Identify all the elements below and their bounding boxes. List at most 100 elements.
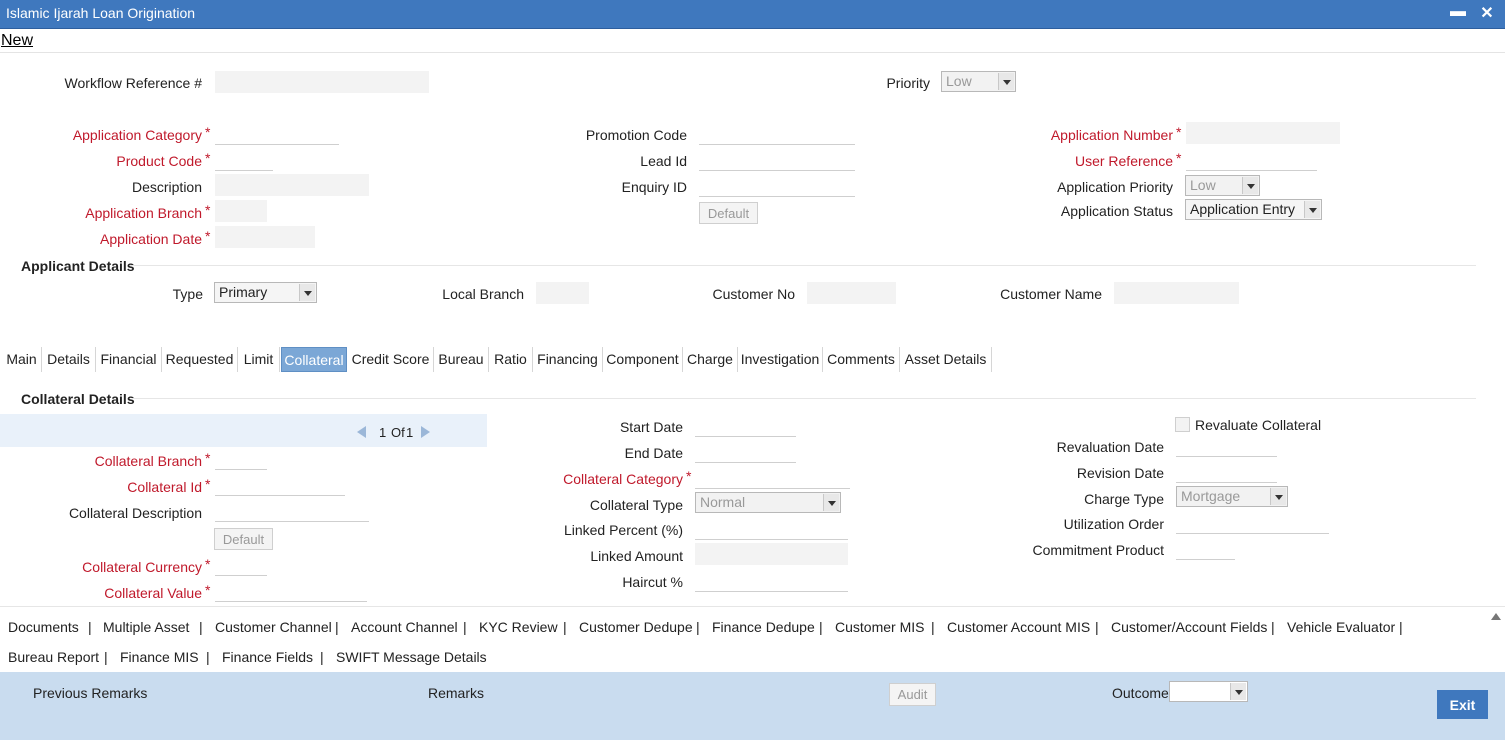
audit-button[interactable]: Audit bbox=[889, 683, 936, 706]
lead-id-label: Lead Id bbox=[640, 153, 687, 169]
collateral-value-field[interactable] bbox=[215, 580, 367, 602]
exit-button[interactable]: Exit bbox=[1437, 690, 1488, 719]
new-menu-item[interactable]: New bbox=[1, 32, 33, 50]
collateral-branch-field[interactable] bbox=[215, 448, 267, 470]
close-icon[interactable]: ✕ bbox=[1478, 3, 1496, 23]
link-account-channel[interactable]: Account Channel bbox=[351, 619, 458, 635]
link-customer-channel[interactable]: Customer Channel bbox=[215, 619, 332, 635]
app-status-label: Application Status bbox=[1060, 203, 1173, 219]
link-finance-fields[interactable]: Finance Fields bbox=[222, 649, 313, 665]
tab-ratio[interactable]: Ratio bbox=[489, 347, 533, 372]
app-date-field[interactable] bbox=[215, 226, 315, 248]
haircut-field[interactable] bbox=[695, 570, 848, 592]
utilization-order-field[interactable] bbox=[1176, 512, 1329, 534]
tab-collateral[interactable]: Collateral bbox=[281, 347, 347, 372]
app-priority-select[interactable]: Low bbox=[1185, 175, 1260, 196]
start-date-field[interactable] bbox=[695, 415, 796, 437]
previous-remarks-link[interactable]: Previous Remarks bbox=[33, 685, 147, 701]
revaluation-date-field[interactable] bbox=[1176, 435, 1277, 457]
collateral-desc-field[interactable] bbox=[215, 500, 369, 522]
pager-current: 1 bbox=[379, 425, 387, 440]
revaluate-checkbox[interactable] bbox=[1175, 417, 1190, 432]
tab-investigation[interactable]: Investigation bbox=[738, 347, 823, 372]
link-finance-mis[interactable]: Finance MIS bbox=[120, 649, 199, 665]
pager-total: 1 bbox=[406, 425, 414, 440]
default-button[interactable]: Default bbox=[699, 202, 758, 224]
link-finance-dedupe[interactable]: Finance Dedupe bbox=[712, 619, 815, 635]
end-date-field[interactable] bbox=[695, 441, 796, 463]
customer-name-field[interactable] bbox=[1114, 282, 1239, 304]
priority-select[interactable]: Low bbox=[941, 71, 1016, 92]
scroll-up-icon[interactable] bbox=[1491, 613, 1501, 620]
collateral-type-select[interactable]: Normal bbox=[695, 492, 841, 513]
link-documents[interactable]: Documents bbox=[8, 619, 79, 635]
charge-type-select[interactable]: Mortgage bbox=[1176, 486, 1288, 507]
collateral-default-button[interactable]: Default bbox=[214, 528, 273, 550]
app-status-select[interactable]: Application Entry bbox=[1185, 199, 1322, 220]
required-icon: * bbox=[205, 556, 211, 572]
commitment-product-field[interactable] bbox=[1176, 538, 1235, 560]
user-ref-label: User Reference bbox=[1074, 153, 1173, 169]
tab-limit[interactable]: Limit bbox=[238, 347, 280, 372]
linked-amount-label: Linked Amount bbox=[590, 548, 683, 564]
link-vehicle-evaluator[interactable]: Vehicle Evaluator bbox=[1287, 619, 1395, 635]
collateral-category-field[interactable] bbox=[695, 467, 850, 489]
tab-asset-details[interactable]: Asset Details bbox=[900, 347, 992, 372]
chevron-down-icon bbox=[299, 284, 315, 301]
collateral-id-field[interactable] bbox=[215, 474, 345, 496]
next-page-icon[interactable] bbox=[421, 426, 430, 438]
enquiry-id-field[interactable] bbox=[699, 175, 855, 197]
collateral-currency-field[interactable] bbox=[215, 554, 267, 576]
tab-details[interactable]: Details bbox=[42, 347, 96, 372]
description-field[interactable] bbox=[215, 174, 369, 196]
link-customer-account-fields[interactable]: Customer/Account Fields bbox=[1111, 619, 1267, 635]
product-code-label: Product Code bbox=[116, 153, 202, 169]
product-code-field[interactable] bbox=[215, 149, 273, 171]
footer-bar: Previous Remarks Remarks Audit Outcome bbox=[0, 672, 1505, 740]
app-priority-label: Application Priority bbox=[1057, 179, 1173, 195]
link-customer-dedupe[interactable]: Customer Dedupe bbox=[579, 619, 693, 635]
tab-main[interactable]: Main bbox=[2, 347, 42, 372]
applicant-type-value: Primary bbox=[219, 284, 268, 300]
workflow-ref-field[interactable] bbox=[215, 71, 429, 93]
link-swift-message-details[interactable]: SWIFT Message Details bbox=[336, 649, 487, 665]
tab-comments[interactable]: Comments bbox=[823, 347, 900, 372]
revision-date-field[interactable] bbox=[1176, 461, 1277, 483]
priority-label: Priority bbox=[886, 75, 930, 91]
tab-bureau[interactable]: Bureau bbox=[434, 347, 489, 372]
commitment-product-label: Commitment Product bbox=[1032, 542, 1164, 558]
promotion-code-field[interactable] bbox=[699, 123, 855, 145]
linked-percent-field[interactable] bbox=[695, 518, 848, 540]
user-ref-field[interactable] bbox=[1186, 149, 1317, 171]
promotion-code-label: Promotion Code bbox=[585, 127, 687, 143]
lead-id-field[interactable] bbox=[699, 149, 855, 171]
tab-requested[interactable]: Requested bbox=[162, 347, 238, 372]
tab-credit-score[interactable]: Credit Score bbox=[348, 347, 434, 372]
applicant-type-select[interactable]: Primary bbox=[214, 282, 317, 303]
app-category-field[interactable] bbox=[215, 123, 339, 145]
link-bar: Documents | Multiple Asset | Customer Ch… bbox=[0, 619, 1505, 669]
link-customer-account-mis[interactable]: Customer Account MIS bbox=[947, 619, 1090, 635]
local-branch-field[interactable] bbox=[536, 282, 589, 304]
menu-bar: New bbox=[0, 29, 1505, 53]
tab-financial[interactable]: Financial bbox=[96, 347, 162, 372]
remarks-link[interactable]: Remarks bbox=[428, 685, 484, 701]
minimize-icon[interactable]: ▬ bbox=[1449, 3, 1467, 21]
tab-financing[interactable]: Financing bbox=[533, 347, 603, 372]
customer-no-field[interactable] bbox=[807, 282, 896, 304]
linked-percent-label: Linked Percent (%) bbox=[563, 522, 683, 538]
tab-component[interactable]: Component bbox=[603, 347, 683, 372]
app-number-field[interactable] bbox=[1186, 122, 1340, 144]
enquiry-id-label: Enquiry ID bbox=[621, 179, 687, 195]
link-kyc-review[interactable]: KYC Review bbox=[479, 619, 558, 635]
link-bureau-report[interactable]: Bureau Report bbox=[8, 649, 99, 665]
app-branch-field[interactable] bbox=[215, 200, 267, 222]
outcome-select[interactable] bbox=[1169, 681, 1248, 702]
charge-type-label: Charge Type bbox=[1084, 491, 1164, 507]
link-multiple-asset[interactable]: Multiple Asset bbox=[103, 619, 189, 635]
tab-charge[interactable]: Charge bbox=[683, 347, 738, 372]
separator: | bbox=[206, 649, 210, 665]
linked-amount-field[interactable] bbox=[695, 543, 848, 565]
prev-page-icon[interactable] bbox=[357, 426, 366, 438]
link-customer-mis[interactable]: Customer MIS bbox=[835, 619, 924, 635]
